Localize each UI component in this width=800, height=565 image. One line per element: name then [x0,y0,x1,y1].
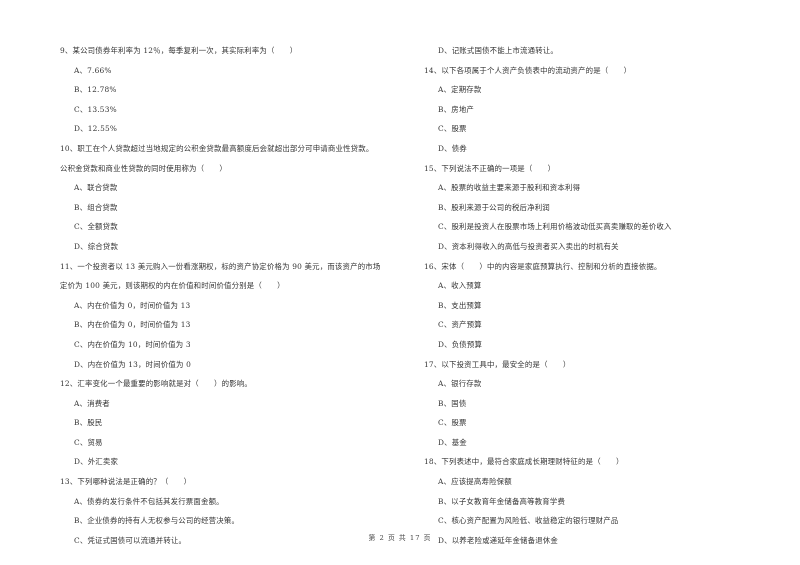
answer-option: A、收入预算 [438,281,482,291]
question-stem: 14、以下各项属于个人资产负债表中的流动资产的是（ ） [424,65,632,75]
question-stem: 定价为 100 美元，则该期权的内在价值和时间价值分别是（ ） [60,281,285,291]
answer-option: B、以子女教育年金储备高等教育学费 [438,496,566,506]
question-block: 10、职工在个人贷款超过当地规定的公积金贷款最高额度后会就超出部分可申请商业性贷… [60,139,400,257]
question-stem: 15、下列说法不正确的一项是（ ） [424,163,556,173]
answer-option: A、联合贷款 [74,183,118,193]
answer-option: B、股民 [74,418,103,428]
answer-option: D、负债预算 [438,339,483,349]
answer-option: D、记账式国债不能上市流通转让。 [438,46,558,55]
question-block: 17、以下投资工具中，最安全的是（ ） A、银行存款 B、国债 C、股票 D、基金 [424,355,764,453]
question-block: 15、下列说法不正确的一项是（ ） A、股票的收益主要来源于股利和资本利得 B、股利… [424,159,764,257]
answer-option: D、债券 [438,143,467,153]
answer-option: C、全额贷款 [74,222,118,232]
answer-option: C、股票 [438,418,467,428]
answer-option: D、12.55% [74,124,118,134]
question-stem: 11、一个投资者以 13 美元购入一份看涨期权，标的资产协定价格为 90 美元，… [60,261,381,271]
answer-option: A、应该提高寿险保额 [438,477,512,487]
question-stem: 9、某公司债券年利率为 12％，每季复利一次，其实际利率为（ ） [60,46,298,55]
answer-option: B、房地产 [438,104,474,114]
answer-option: D、基金 [438,437,467,447]
question-stem: 18、下列表述中，最符合家庭成长期理财特征的是（ ） [424,457,624,467]
question-block: 14、以下各项属于个人资产负债表中的流动资产的是（ ） A、定期存款 B、房地产 C、… [424,61,764,159]
page-footer: 第 2 页 共 17 页 [368,534,432,542]
question-stem: 13、下列哪种说法是正确的？（ ） [60,477,192,487]
left-column: 9、某公司债券年利率为 12％，每季复利一次，其实际利率为（ ） A、7.66% B… [60,41,400,550]
question-block: 11、一个投资者以 13 美元购入一份看涨期权，标的资产协定价格为 90 美元，… [60,257,400,375]
answer-option: A、内在价值为 0，时间价值为 13 [74,300,191,310]
answer-option: B、12.78% [74,85,117,95]
answer-option: B、国债 [438,398,467,408]
answer-option: A、7.66% [74,65,112,75]
answer-option: C、资产预算 [438,320,482,330]
answer-option: D、外汇卖家 [74,457,119,467]
answer-option: C、13.53% [74,104,117,114]
question-stem: 公积金贷款和商业性贷款的同时使用称为（ ） [60,163,227,173]
answer-option: C、内在价值为 10，时间价值为 3 [74,339,191,349]
answer-option: A、债券的发行条件不包括其发行票面金额。 [74,496,224,506]
question-block: 9、某公司债券年利率为 12％，每季复利一次，其实际利率为（ ） A、7.66% B… [60,41,400,139]
answer-option: B、内在价值为 0，时间价值为 13 [74,320,191,330]
answer-option: D、内在价值为 13，时间价值为 0 [74,359,192,369]
question-stem: 10、职工在个人贷款超过当地规定的公积金贷款最高额度后会就超出部分可申请商业性贷… [60,143,374,153]
answer-option: A、股票的收益主要来源于股利和资本利得 [438,183,581,193]
answer-option: C、贸易 [74,437,103,447]
answer-option: B、组合贷款 [74,202,118,212]
answer-option: A、消费者 [74,398,110,408]
answer-option: C、核心资产配置为风险低、收益稳定的银行理财产品 [438,516,619,526]
question-block: D、记账式国债不能上市流通转让。 [424,41,764,61]
question-stem: 12、汇率变化一个最重要的影响就是对（ ）的影响。 [60,379,252,389]
exam-page: 9、某公司债券年利率为 12％，每季复利一次，其实际利率为（ ） A、7.66% B… [0,0,800,565]
answer-option: B、支出预算 [438,300,482,310]
answer-option: B、股利来源于公司的税后净利润 [438,202,550,212]
question-stem: 16、宋体（ ）中的内容是家庭预算执行、控制和分析的直接依据。 [424,261,662,271]
question-stem: 17、以下投资工具中，最安全的是（ ） [424,359,571,369]
right-column: D、记账式国债不能上市流通转让。 14、以下各项属于个人资产负债表中的流动资产的是… [424,41,764,550]
answer-option: C、股利是投资人在股票市场上利用价格波动低买高卖赚取的差价收入 [438,222,672,232]
answer-option: C、股票 [438,124,467,134]
answer-option: D、综合贷款 [74,241,119,251]
answer-option: B、企业债券的持有人无权参与公司的经营决策。 [74,516,240,526]
question-block: 12、汇率变化一个最重要的影响就是对（ ）的影响。 A、消费者 B、股民 C、贸易 D、… [60,374,400,472]
answer-option: A、定期存款 [438,85,482,95]
answer-option: A、银行存款 [438,379,482,389]
answer-option: D、资本利得收入的高低与投资者买入卖出的时机有关 [438,241,619,251]
question-block: 16、宋体（ ）中的内容是家庭预算执行、控制和分析的直接依据。 A、收入预算 B、支… [424,257,764,355]
